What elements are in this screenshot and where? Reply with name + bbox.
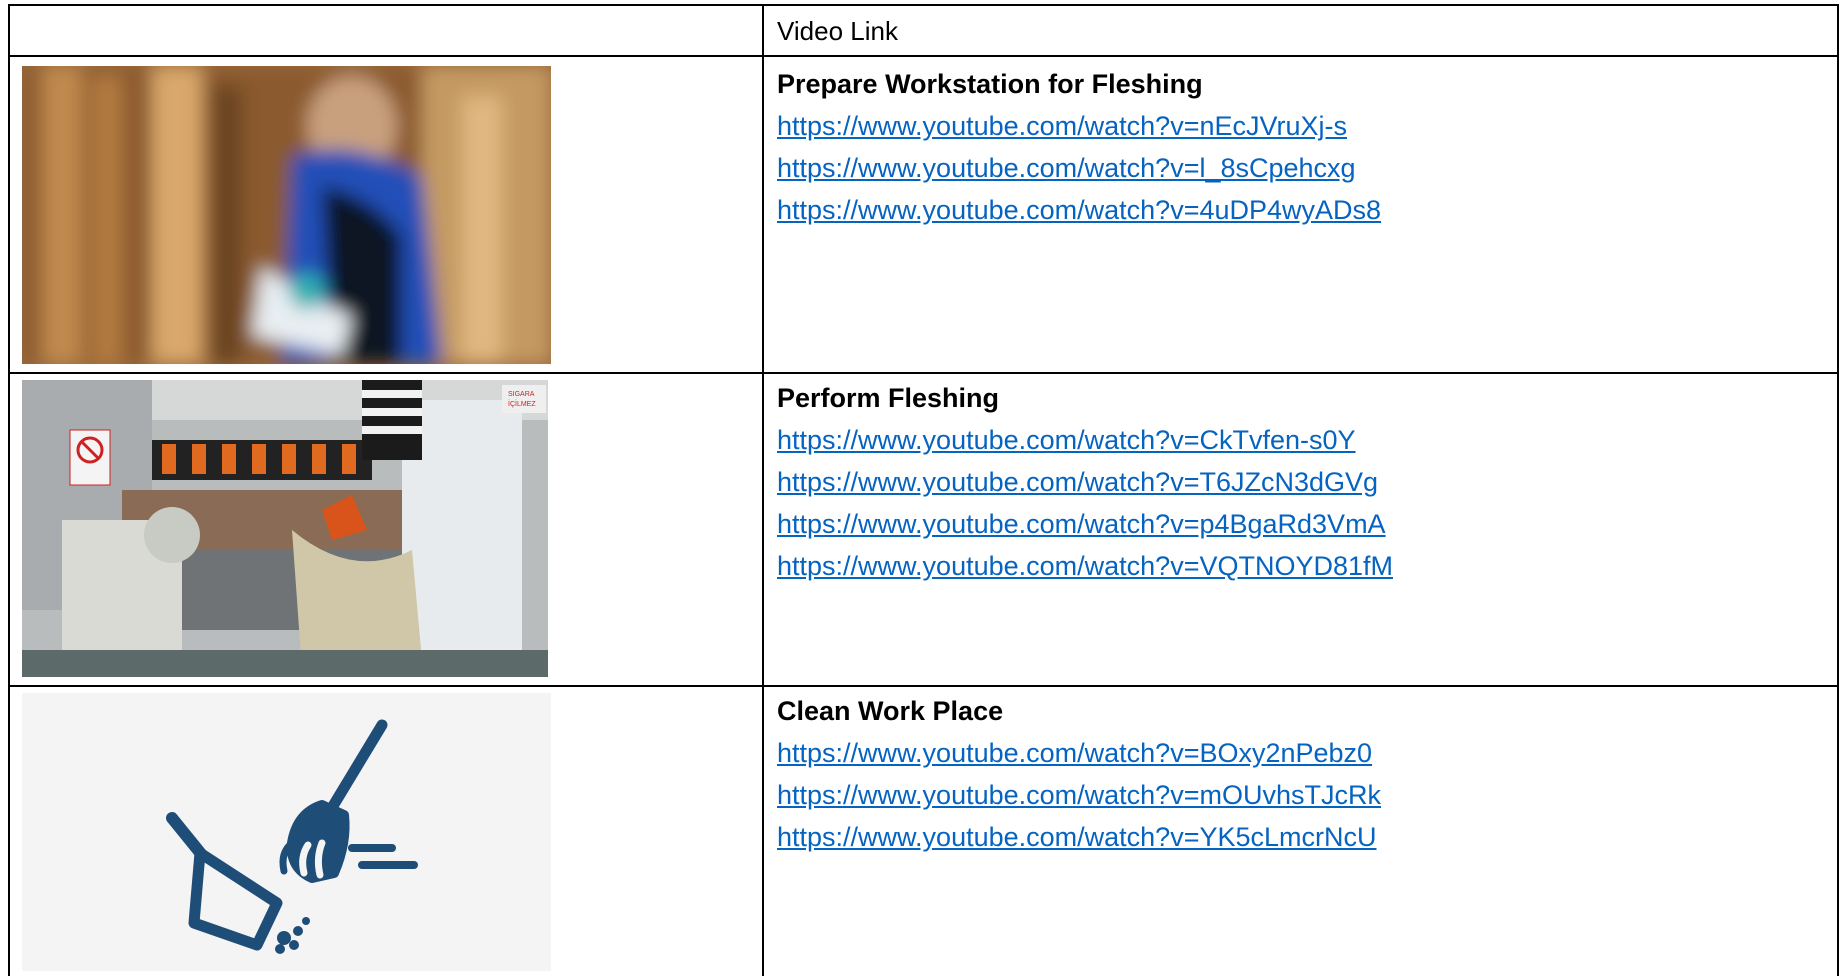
video-link[interactable]: https://www.youtube.com/watch?v=nEcJVruX…: [777, 105, 1381, 147]
row-title: Clean Work Place: [777, 696, 1004, 726]
video-link[interactable]: https://www.youtube.com/watch?v=4uDP4wyA…: [777, 189, 1381, 231]
video-link[interactable]: https://www.youtube.com/watch?v=p4BgaRd3…: [777, 503, 1393, 545]
video-link[interactable]: https://www.youtube.com/watch?v=YK5cLmcr…: [777, 816, 1381, 858]
svg-text:SIGARA: SIGARA: [508, 391, 535, 398]
column-divider: [762, 4, 764, 976]
video-link[interactable]: https://www.youtube.com/watch?v=T6JZcN3d…: [777, 461, 1393, 503]
row-prepare-workstation: Prepare Workstation for Fleshing https:/…: [777, 63, 1381, 231]
video-link[interactable]: https://www.youtube.com/watch?v=mOUvhsTJ…: [777, 774, 1381, 816]
table-border-left: [8, 4, 10, 976]
video-link[interactable]: https://www.youtube.com/watch?v=BOxy2nPe…: [777, 732, 1381, 774]
blurred-worker-photo: [22, 66, 551, 364]
video-link[interactable]: https://www.youtube.com/watch?v=l_8sCpeh…: [777, 147, 1381, 189]
row-title: Prepare Workstation for Fleshing: [777, 69, 1203, 99]
row2-border: [8, 685, 1839, 687]
table-border-right: [1837, 4, 1839, 976]
svg-text:İÇİLMEZ: İÇİLMEZ: [508, 399, 536, 408]
row-clean-work-place: Clean Work Place https://www.youtube.com…: [777, 690, 1381, 858]
header-video-link: Video Link: [777, 16, 898, 46]
fleshing-machine-photo: SIGARA İÇİLMEZ: [22, 380, 548, 677]
row1-border: [8, 372, 1839, 374]
header-row-border: [8, 55, 1839, 57]
video-link[interactable]: https://www.youtube.com/watch?v=VQTNOYD8…: [777, 545, 1393, 587]
row-title: Perform Fleshing: [777, 383, 1000, 413]
row-perform-fleshing: Perform Fleshing https://www.youtube.com…: [777, 377, 1393, 587]
video-link[interactable]: https://www.youtube.com/watch?v=CkTvfen-…: [777, 419, 1393, 461]
mop-and-dustpan-icon: [22, 693, 551, 971]
table-border-top: [8, 4, 1839, 6]
